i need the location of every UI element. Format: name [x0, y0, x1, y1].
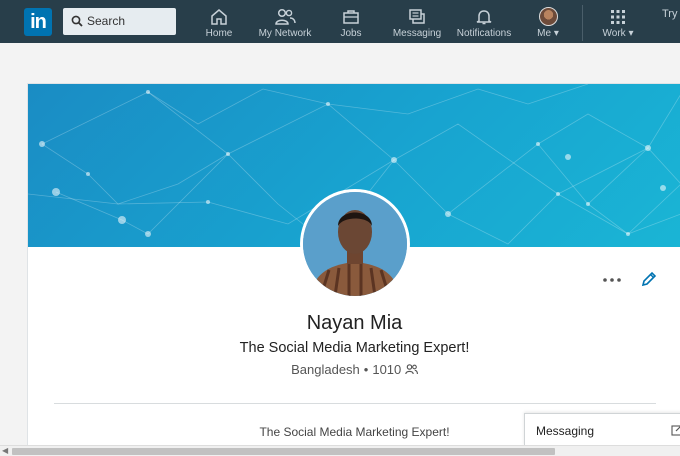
network-icon [275, 8, 296, 25]
nav-home-label: Home [205, 28, 233, 39]
horizontal-scrollbar[interactable]: ◀ [0, 445, 680, 456]
nav-my-network[interactable]: My Network [254, 0, 316, 43]
nav-my-network-label: My Network [258, 28, 312, 39]
connections-count[interactable]: 1010 [372, 362, 401, 377]
chevron-down-icon: ▾ [553, 28, 559, 39]
top-navigation: in Search Home My Network Jobs Messaging… [0, 0, 680, 43]
connections-icon [405, 364, 418, 375]
section-divider [54, 403, 656, 404]
compose-icon[interactable] [671, 424, 680, 436]
bullet-separator: • [363, 362, 369, 377]
profile-meta: Bangladesh • 1010 [28, 362, 680, 377]
search-icon [71, 15, 83, 27]
nav-messaging-label: Messaging [392, 28, 442, 39]
briefcase-icon [343, 10, 359, 24]
profile-headline: The Social Media Marketing Expert! [239, 340, 470, 356]
chevron-down-icon: ▾ [628, 28, 634, 39]
scroll-left-icon[interactable]: ◀ [2, 447, 10, 455]
linkedin-logo[interactable]: in [24, 8, 52, 36]
edit-pencil-icon[interactable] [640, 270, 658, 288]
profile-name: Nayan Mia [306, 312, 403, 334]
scrollbar-thumb[interactable] [12, 448, 555, 455]
nav-home[interactable]: Home [199, 0, 239, 43]
nav-work-label: Work ▾ [602, 28, 634, 39]
nav-messaging[interactable]: Messaging [388, 0, 446, 43]
messaging-icon [409, 9, 425, 24]
nav-work[interactable]: Work ▾ [598, 0, 638, 43]
nav-me[interactable]: Me ▾ [530, 0, 566, 43]
more-options-icon[interactable] [601, 272, 623, 288]
messaging-tab-label: Messaging [536, 424, 595, 438]
bell-icon [476, 10, 492, 25]
nav-me-label: Me ▾ [537, 28, 559, 39]
nav-divider [582, 5, 583, 41]
try-premium-link[interactable]: Try f [662, 7, 680, 22]
profile-location: Bangladesh [291, 362, 360, 377]
nav-jobs-label: Jobs [340, 28, 362, 39]
profile-photo[interactable] [300, 189, 410, 299]
grid-icon [611, 10, 625, 24]
profile-photo-image [303, 192, 407, 296]
nav-notifications-label: Notifications [456, 28, 512, 39]
profile-card: Nayan Mia The Social Media Marketing Exp… [27, 83, 680, 456]
logo-mark: in [30, 11, 47, 33]
search-placeholder: Search [87, 14, 126, 28]
home-icon [211, 9, 227, 25]
avatar [539, 7, 558, 26]
search-input[interactable]: Search [63, 8, 176, 35]
nav-notifications[interactable]: Notifications [452, 0, 516, 43]
nav-jobs[interactable]: Jobs [331, 0, 371, 43]
messaging-overlay-tab[interactable]: Messaging [524, 413, 680, 446]
